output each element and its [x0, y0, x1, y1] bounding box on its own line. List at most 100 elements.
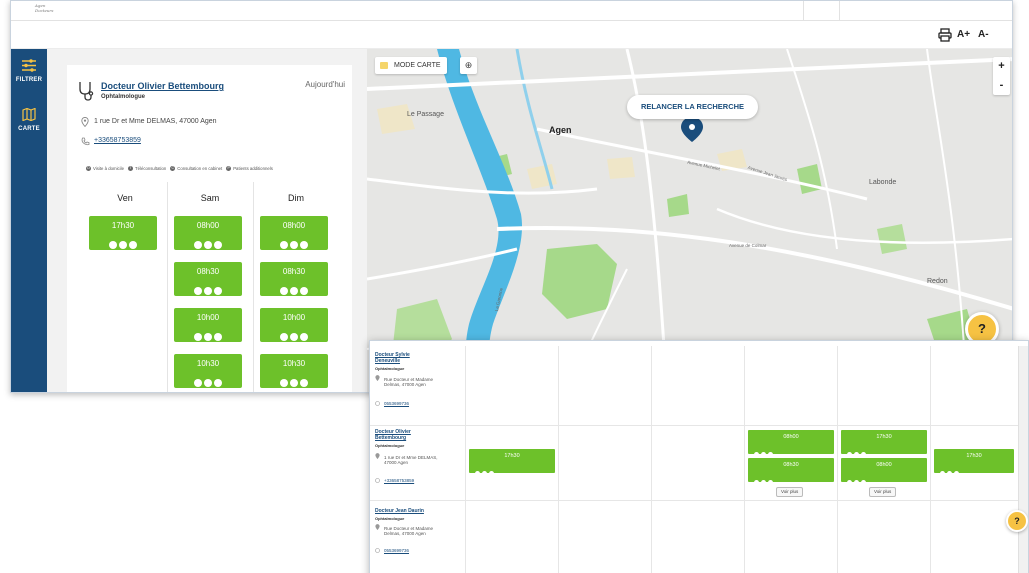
office-consultation-icon: [300, 287, 308, 295]
doctor-phone-link[interactable]: +33658753859: [94, 137, 141, 144]
doctor-name-link[interactable]: Docteur Sylvie Deneuville: [375, 352, 435, 364]
slot-type-icons: [260, 282, 328, 300]
slot-button[interactable]: 08h00: [748, 430, 834, 457]
zoom-in-button[interactable]: +: [993, 57, 1010, 76]
doctor-address: Rue Docteur et Madame Delmas, 47000 Agen: [384, 526, 434, 536]
slot-time: 10h30: [196, 359, 220, 368]
row-divider: [370, 500, 1028, 501]
home-visit-icon: [280, 333, 288, 341]
sidebar-item-label: FILTRER: [15, 77, 43, 83]
teleconsultation-icon: [290, 287, 298, 295]
teleconsultation-icon: [947, 471, 952, 476]
row-divider: [370, 425, 1028, 426]
slot-type-icons: [89, 236, 157, 254]
teleconsultation-icon: [204, 379, 212, 387]
help-button[interactable]: ?: [1006, 510, 1028, 532]
office-consultation-icon: [300, 333, 308, 341]
slot-button[interactable]: 10h00: [260, 308, 328, 342]
slot-button[interactable]: 17h30: [841, 430, 927, 457]
doctor-phone-link[interactable]: +33658753859: [384, 478, 414, 483]
legend-item: C Consultation en cabinet: [170, 166, 222, 171]
office-consultation-icon: [214, 287, 222, 295]
print-icon[interactable]: [938, 28, 952, 42]
urban-block: [607, 157, 635, 179]
doctor-name-link[interactable]: Docteur Jean Daurin: [375, 508, 435, 514]
teleconsultation-icon: [119, 241, 127, 249]
slot-time: 10h00: [282, 313, 306, 322]
office-consultation-icon: [489, 471, 494, 476]
slot-type-icons: [475, 463, 496, 481]
office-consultation-icon: [214, 241, 222, 249]
teleconsultation-icon: [854, 452, 859, 457]
slot-type-icons: [174, 374, 242, 392]
slot-button[interactable]: 10h00: [174, 308, 242, 342]
day-column-dim: Dim 08h00 08h30 10h00 10h30: [254, 182, 338, 392]
doctor-card: Docteur Olivier Bettembourg Ophtalmologu…: [67, 65, 352, 392]
doctor-phone-link[interactable]: 0553699736: [384, 401, 409, 406]
office-consultation-icon: [214, 333, 222, 341]
crosshair-icon: ⊕: [464, 60, 473, 70]
site-logo[interactable]: Agen Docteurs: [35, 3, 53, 13]
today-label: Aujourd'hui: [305, 80, 345, 89]
home-visit-icon: [194, 333, 202, 341]
map-mode-button[interactable]: MODE CARTE: [375, 57, 447, 74]
slot-type-icons: [174, 282, 242, 300]
slot-button[interactable]: 17h30: [934, 449, 1014, 476]
locate-me-button[interactable]: ⊕: [460, 57, 477, 74]
slot-button[interactable]: 08h00: [260, 216, 328, 250]
office-consultation-icon: [129, 241, 137, 249]
street-label: Avenue de Colmar: [729, 243, 767, 248]
home-visit-icon: [940, 471, 945, 476]
doctor-address: 1 rue Dr et Mme DELMAS, 47000 Agen: [384, 455, 438, 465]
teleconsultation-icon: [290, 333, 298, 341]
home-visit-icon: [280, 379, 288, 387]
slot-button[interactable]: 08h30: [260, 262, 328, 296]
home-visit-icon: D: [86, 166, 91, 171]
teleconsultation-icon: [290, 241, 298, 249]
results-table-window: Docteur Sylvie Deneuville Ophtalmologue …: [369, 340, 1029, 573]
doctor-name-link[interactable]: Docteur Olivier Bettembourg: [101, 81, 224, 91]
phone-icon: [81, 137, 90, 146]
office-consultation-icon: [861, 452, 866, 457]
grid-line: [651, 346, 652, 573]
sidebar-item-carte[interactable]: CARTE: [11, 107, 47, 132]
slot-button[interactable]: 08h30: [174, 262, 242, 296]
slot-type-icons: [940, 463, 961, 481]
slot-time: 08h00: [282, 221, 306, 230]
doctor-specialty: Ophtalmologue: [375, 516, 405, 521]
grid-line: [930, 346, 931, 573]
phone-icon: [375, 478, 380, 483]
slot-button[interactable]: 08h00: [174, 216, 242, 250]
office-consultation-icon: [768, 452, 773, 457]
slot-type-icons: [260, 374, 328, 392]
location-pin-icon: [375, 375, 380, 381]
scrollbar[interactable]: [1018, 346, 1028, 573]
sidebar-item-filtrer[interactable]: FILTRER: [11, 59, 47, 83]
filter-icon: [22, 59, 36, 72]
doctor-name-link[interactable]: Docteur Olivier Bettembourg: [375, 429, 435, 441]
teleconsultation-icon: T: [127, 166, 133, 171]
grid-line: [465, 346, 466, 573]
slot-type-icons: [847, 472, 868, 490]
slot-time: 10h00: [196, 313, 220, 322]
slot-button[interactable]: 10h30: [260, 354, 328, 388]
teleconsultation-icon: [482, 471, 487, 476]
voir-plus-button[interactable]: Voir plus: [869, 487, 897, 497]
sidebar-item-label: CARTE: [18, 126, 40, 132]
zoom-out-button[interactable]: -: [993, 76, 1010, 95]
home-visit-icon: [475, 471, 480, 476]
doctor-phone-link[interactable]: 0553699736: [384, 548, 409, 553]
relaunch-search-button[interactable]: RELANCER LA RECHERCHE: [627, 95, 759, 119]
phone-icon: [375, 401, 380, 406]
font-increase-button[interactable]: A+: [957, 29, 970, 40]
voir-plus-button[interactable]: Voir plus: [776, 487, 804, 497]
font-decrease-button[interactable]: A-: [978, 29, 989, 40]
slot-type-icons: [174, 328, 242, 346]
slot-button[interactable]: 17h30: [469, 449, 555, 476]
slot-button[interactable]: 08h00: [841, 458, 927, 485]
consultation-legend: D Visite à domicile T Téléconsultation C Co…: [86, 166, 273, 171]
slot-button[interactable]: 17h30: [89, 216, 157, 250]
slot-button[interactable]: 10h30: [174, 354, 242, 388]
legend-item: D Visite à domicile: [86, 166, 124, 171]
slot-button[interactable]: 08h30: [748, 458, 834, 485]
